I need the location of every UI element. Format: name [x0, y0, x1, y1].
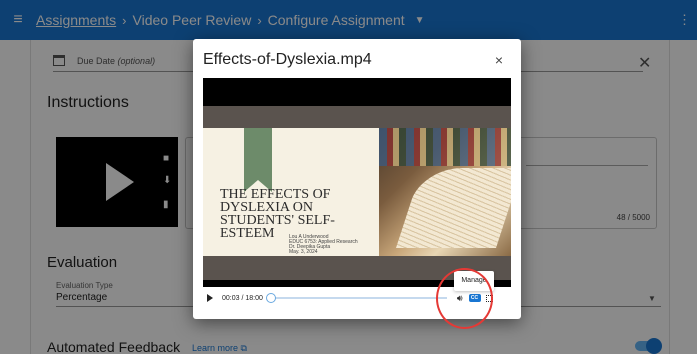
slide-subtitle: Lou A Underwood EDUC 6753: Applied Resea… [289, 234, 358, 255]
video-frame: THE EFFECTS OF DYSLEXIA ON STUDENTS' SEL… [203, 106, 511, 280]
seek-bar[interactable] [265, 293, 447, 303]
bookmark-ribbon [244, 128, 272, 192]
play-icon[interactable] [207, 294, 213, 302]
slide-title: THE EFFECTS OF DYSLEXIA ON STUDENTS' SEL… [220, 187, 335, 241]
close-icon[interactable]: × [495, 52, 503, 68]
book-image [379, 128, 511, 256]
dialog-title: Effects-of-Dyslexia.mp4 [203, 51, 372, 68]
time-display: 00:03 / 18:00 [222, 294, 263, 302]
annotation-circle [436, 268, 493, 329]
seek-handle[interactable] [265, 293, 276, 303]
